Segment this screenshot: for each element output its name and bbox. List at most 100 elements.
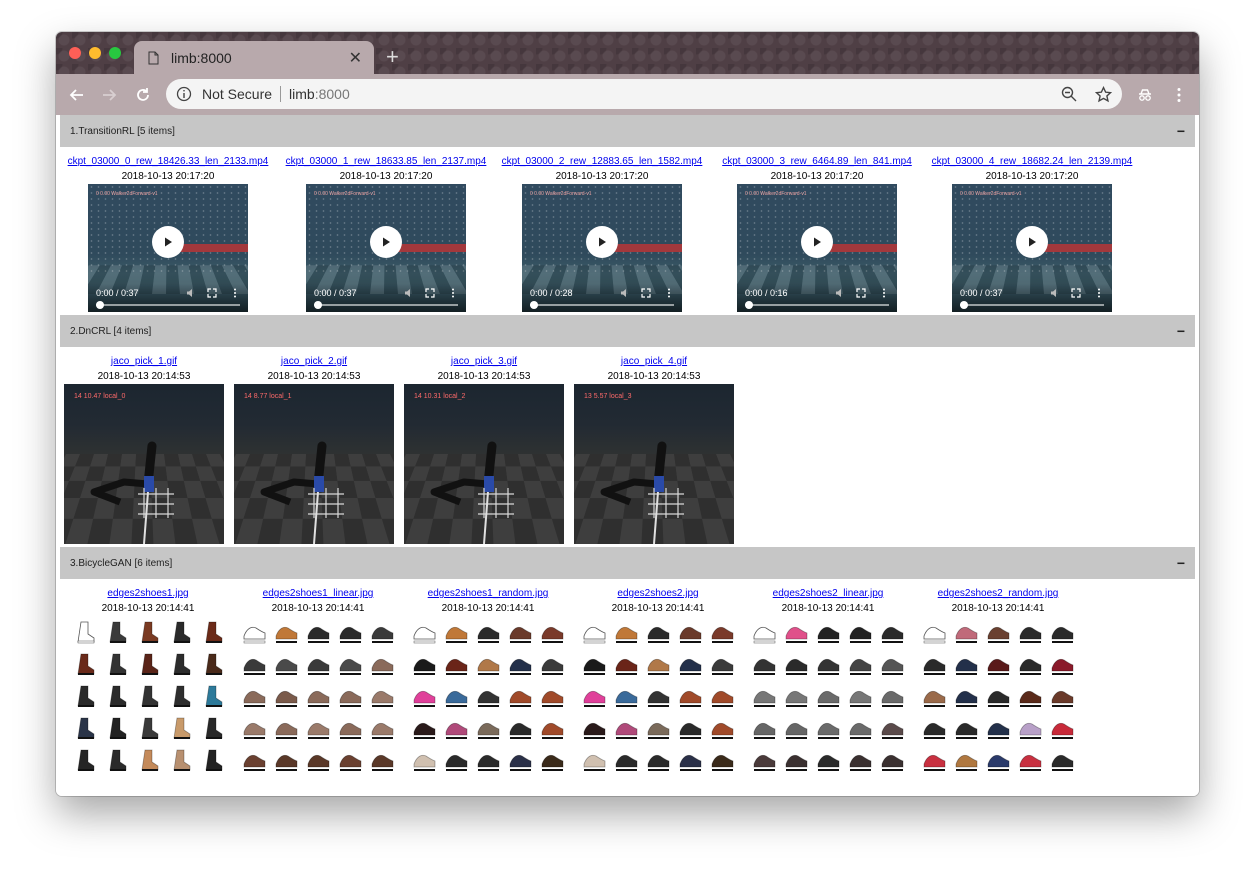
video-progress-track[interactable] [960,304,1104,306]
bookmark-star-icon[interactable] [1095,85,1112,103]
shoe-image-grid[interactable] [238,616,398,776]
volume-icon[interactable] [835,288,845,298]
forward-button[interactable] [96,82,122,108]
file-timestamp: 2018-10-13 20:14:41 [441,603,535,614]
security-status[interactable]: Not Secure [202,86,272,102]
shoe-icon [711,690,734,707]
shoe-icon [445,626,468,643]
window-close-button[interactable] [69,47,81,59]
shoe-thumbnail [100,712,132,744]
shoe-image-grid[interactable] [68,616,228,776]
gif-preview[interactable]: 14 10.47 local_0 [64,384,224,544]
collapse-icon[interactable]: − [1177,123,1185,139]
video-progress-knob[interactable] [314,301,322,309]
video-progress-track[interactable] [745,304,889,306]
tab-close-icon[interactable]: ✕ [349,48,362,68]
more-options-icon[interactable] [232,288,238,298]
shoe-icon [881,722,904,739]
collapse-icon[interactable]: − [1177,323,1185,339]
video-progress-track[interactable] [530,304,674,306]
file-link[interactable]: ckpt_03000_1_rew_18633.85_len_2137.mp4 [286,156,487,167]
file-link[interactable]: edges2shoes1_random.jpg [428,588,549,599]
more-options-icon[interactable] [1096,288,1102,298]
fullscreen-icon[interactable] [856,288,866,298]
video-progress-track[interactable] [314,304,458,306]
shoe-thumbnail [844,680,876,712]
back-button[interactable] [64,82,90,108]
volume-icon[interactable] [186,288,196,298]
shoe-image-grid[interactable] [408,616,568,776]
video-player[interactable]: 0 0.00 Walker2dForward-v1 0:00 / 0:37 [88,184,248,312]
gif-preview[interactable]: 14 10.31 local_2 [404,384,564,544]
shoe-icon [785,722,808,739]
play-button[interactable] [801,226,833,258]
section-header-transitionrl[interactable]: 1.TransitionRL [5 items] − [60,115,1195,147]
more-options-icon[interactable] [666,288,672,298]
shoe-image-grid[interactable] [578,616,738,776]
more-options-icon[interactable] [450,288,456,298]
volume-icon[interactable] [1050,288,1060,298]
window-maximize-button[interactable] [109,47,121,59]
shoe-icon [679,690,702,707]
video-player[interactable]: 0 0.00 Walker2dForward-v1 0:00 / 0:37 [952,184,1112,312]
shoe-thumbnail [674,712,706,744]
gif-preview[interactable]: 13 5.57 local_3 [574,384,734,544]
kebab-menu-icon[interactable] [1170,86,1188,104]
volume-icon[interactable] [620,288,630,298]
file-link[interactable]: ckpt_03000_2_rew_12883.65_len_1582.mp4 [502,156,703,167]
collapse-icon[interactable]: − [1177,555,1185,571]
fullscreen-icon[interactable] [1071,288,1081,298]
shoe-thumbnail [270,616,302,648]
shoe-icon [881,754,904,771]
file-link[interactable]: jaco_pick_3.gif [451,356,517,367]
section-header-dncrl[interactable]: 2.DnCRL [4 items] − [60,315,1195,347]
gif-preview[interactable]: 14 8.77 local_1 [234,384,394,544]
incognito-extension-icon[interactable] [1136,86,1154,104]
shoe-icon [615,754,638,771]
fullscreen-icon[interactable] [207,288,217,298]
video-player[interactable]: 0 0.00 Walker2dForward-v1 0:00 / 0:37 [306,184,466,312]
window-minimize-button[interactable] [89,47,101,59]
shoe-icon [753,658,776,675]
browser-tab[interactable]: limb:8000 ✕ [134,41,374,74]
file-link[interactable]: ckpt_03000_3_rew_6464.89_len_841.mp4 [722,156,912,167]
video-player[interactable]: 0 0.00 Walker2dForward-v1 0:00 / 0:16 [737,184,897,312]
file-link[interactable]: edges2shoes2_linear.jpg [773,588,884,599]
video-progress-track[interactable] [96,304,240,306]
play-button[interactable] [370,226,402,258]
volume-icon[interactable] [404,288,414,298]
shoe-image-grid[interactable] [748,616,908,776]
shoe-image-grid[interactable] [918,616,1078,776]
url-text[interactable]: limb:8000 [289,86,1061,102]
fullscreen-icon[interactable] [425,288,435,298]
section-header-bicyclegan[interactable]: 3.BicycleGAN [6 items] − [60,547,1195,579]
shoe-thumbnail [918,680,950,712]
video-progress-knob[interactable] [960,301,968,309]
file-link[interactable]: jaco_pick_1.gif [111,356,177,367]
file-link[interactable]: jaco_pick_2.gif [281,356,347,367]
video-progress-knob[interactable] [745,301,753,309]
shoe-icon [509,690,532,707]
info-icon[interactable] [176,86,192,102]
video-frame-label: 0 0.00 Walker2dForward-v1 [745,191,807,197]
shoe-icon [371,690,394,707]
file-link[interactable]: edges2shoes2.jpg [617,588,698,599]
zoom-icon[interactable] [1061,86,1077,102]
address-bar[interactable]: Not Secure limb:8000 [166,79,1122,109]
file-link[interactable]: ckpt_03000_4_rew_18682.24_len_2139.mp4 [932,156,1133,167]
file-link[interactable]: edges2shoes2_random.jpg [938,588,1059,599]
play-button[interactable] [1016,226,1048,258]
fullscreen-icon[interactable] [641,288,651,298]
play-button[interactable] [152,226,184,258]
file-link[interactable]: jaco_pick_4.gif [621,356,687,367]
file-link[interactable]: edges2shoes1_linear.jpg [263,588,374,599]
file-link[interactable]: edges2shoes1.jpg [107,588,188,599]
reload-button[interactable] [130,82,156,108]
video-progress-knob[interactable] [530,301,538,309]
new-tab-button[interactable]: + [386,44,399,70]
file-link[interactable]: ckpt_03000_0_rew_18426.33_len_2133.mp4 [68,156,269,167]
video-player[interactable]: 0 0.00 Walker2dForward-v1 0:00 / 0:28 [522,184,682,312]
more-options-icon[interactable] [881,288,887,298]
play-button[interactable] [586,226,618,258]
video-progress-knob[interactable] [96,301,104,309]
